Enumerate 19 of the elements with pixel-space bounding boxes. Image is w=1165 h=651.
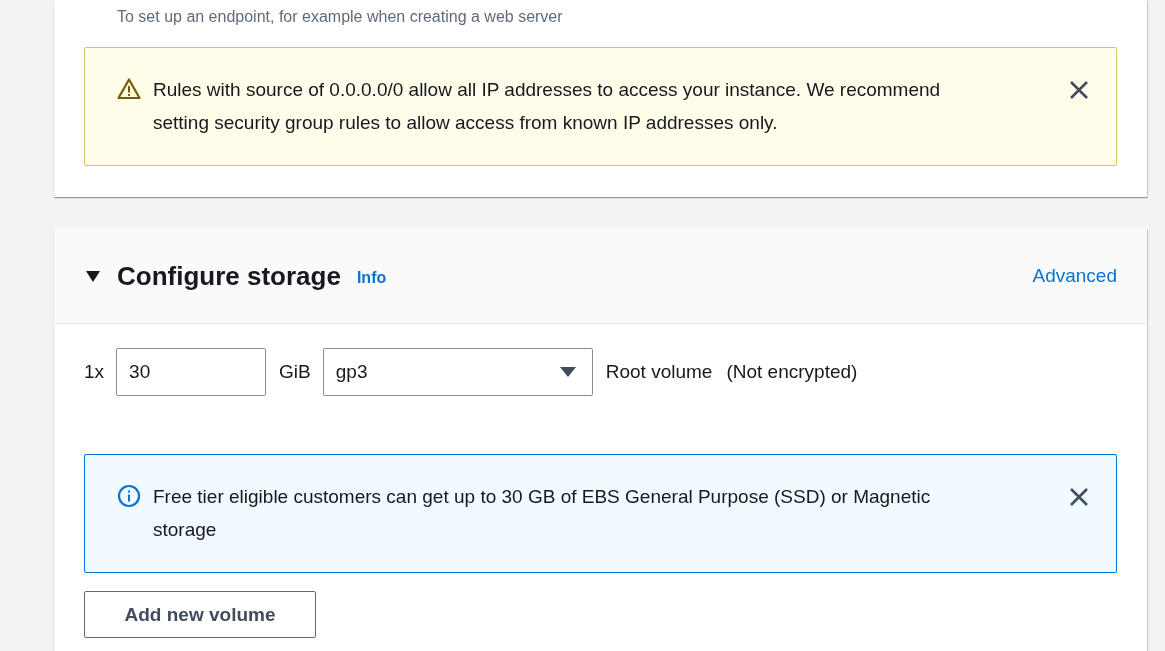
size-input-field[interactable]: 30 — [116, 348, 267, 396]
add-volume-button[interactable]: Add new volume — [84, 591, 316, 638]
alert-message: Rules with source of 0.0.0.0/0 allow all IP addresses to access your instance. We recommend setting security group rules to allow access from known IP addresses only. — [153, 78, 942, 135]
caret-down-icon — [559, 366, 576, 378]
volume-label: Root volume — [605, 361, 713, 383]
alert-message: Free tier eligible customers can get up to 30 GB of EBS General Purpose (SSD) or Magnetic storage — [153, 485, 932, 542]
close-button[interactable] — [1068, 486, 1090, 508]
encryption-status: (Not encrypted) — [726, 361, 858, 383]
collapse-caret-icon[interactable] — [85, 269, 101, 283]
section-title: Configure storage — [117, 260, 341, 292]
size-unit: GiB — [279, 361, 311, 383]
volume-type-select[interactable]: gp3 — [322, 348, 593, 396]
volume-count: 1x — [84, 361, 105, 383]
info-icon — [117, 484, 141, 508]
endpoint-hint: To set up an endpoint, for example when creating a web server — [117, 7, 564, 27]
warning-icon — [117, 77, 141, 101]
advanced-link[interactable]: Advanced — [1032, 265, 1117, 287]
info-link[interactable]: Info — [356, 269, 387, 287]
close-button[interactable] — [1068, 79, 1090, 101]
